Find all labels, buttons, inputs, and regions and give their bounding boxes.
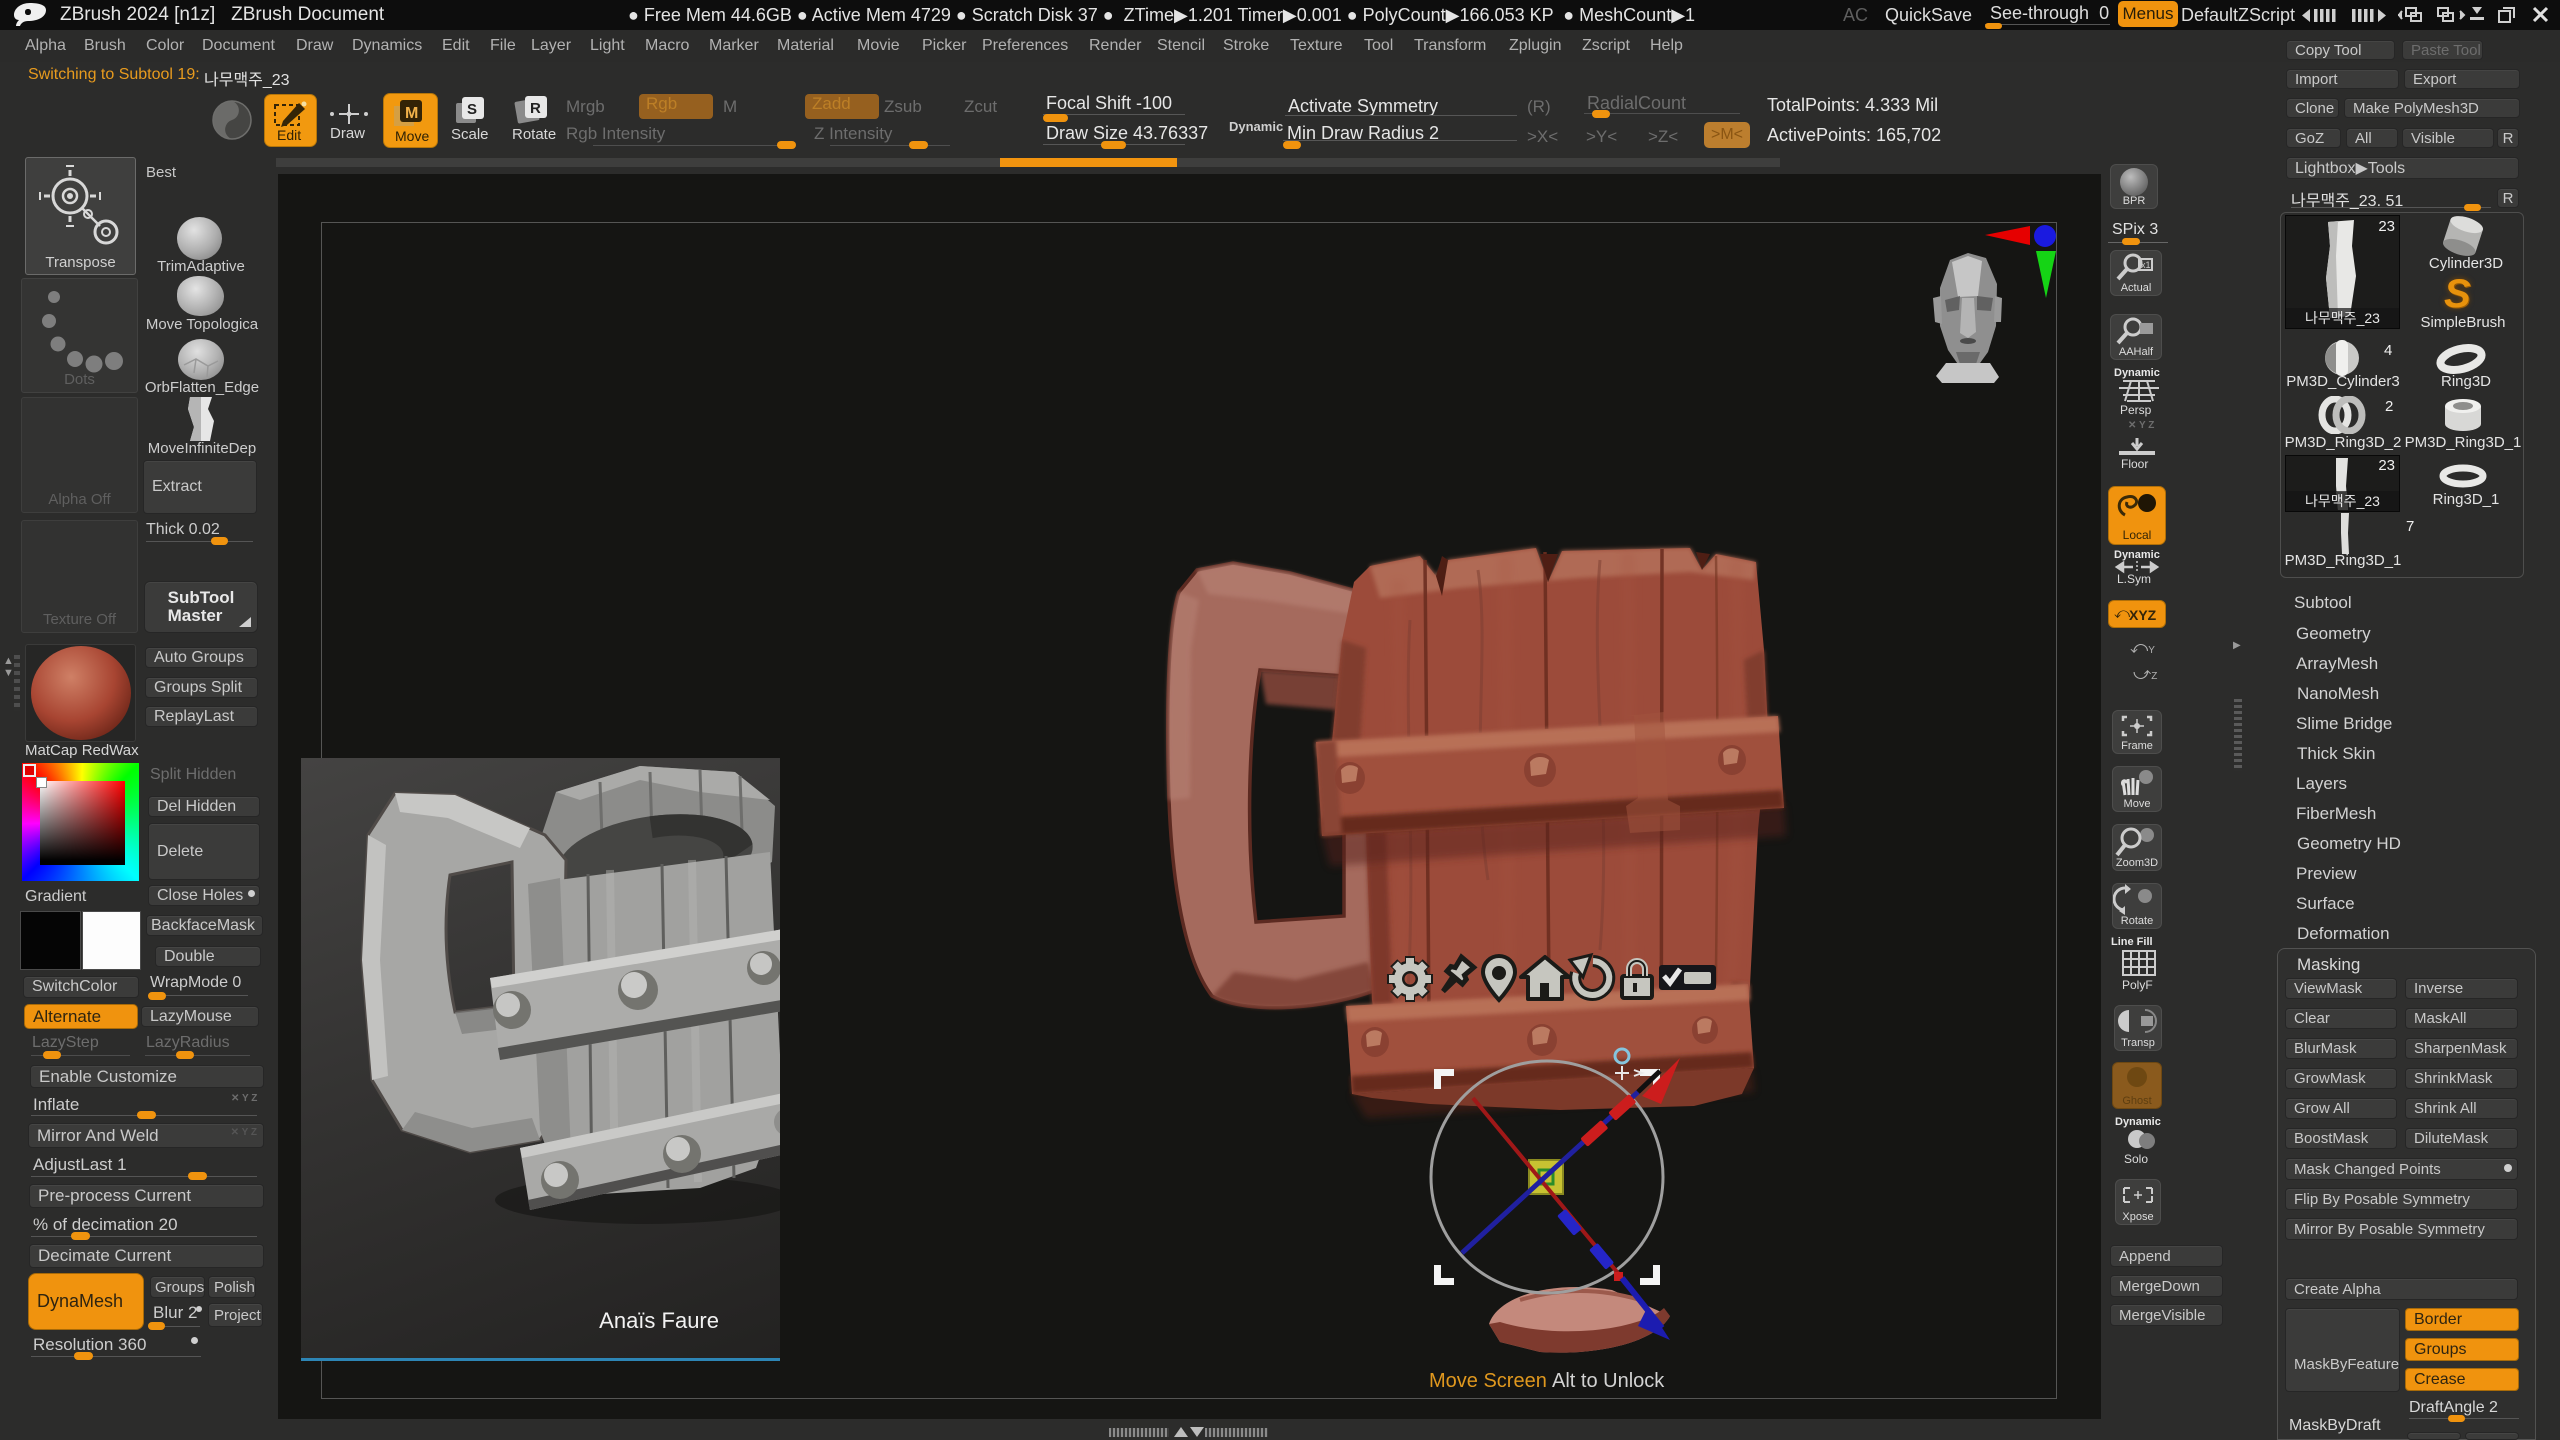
svg-text:x1: x1 [2141, 260, 2151, 270]
svg-text:R: R [530, 100, 541, 117]
svg-text:Move: Move [395, 128, 429, 144]
svg-text:Edit: Edit [277, 127, 301, 143]
svg-text:S: S [467, 101, 477, 118]
svg-text:M: M [405, 105, 418, 122]
